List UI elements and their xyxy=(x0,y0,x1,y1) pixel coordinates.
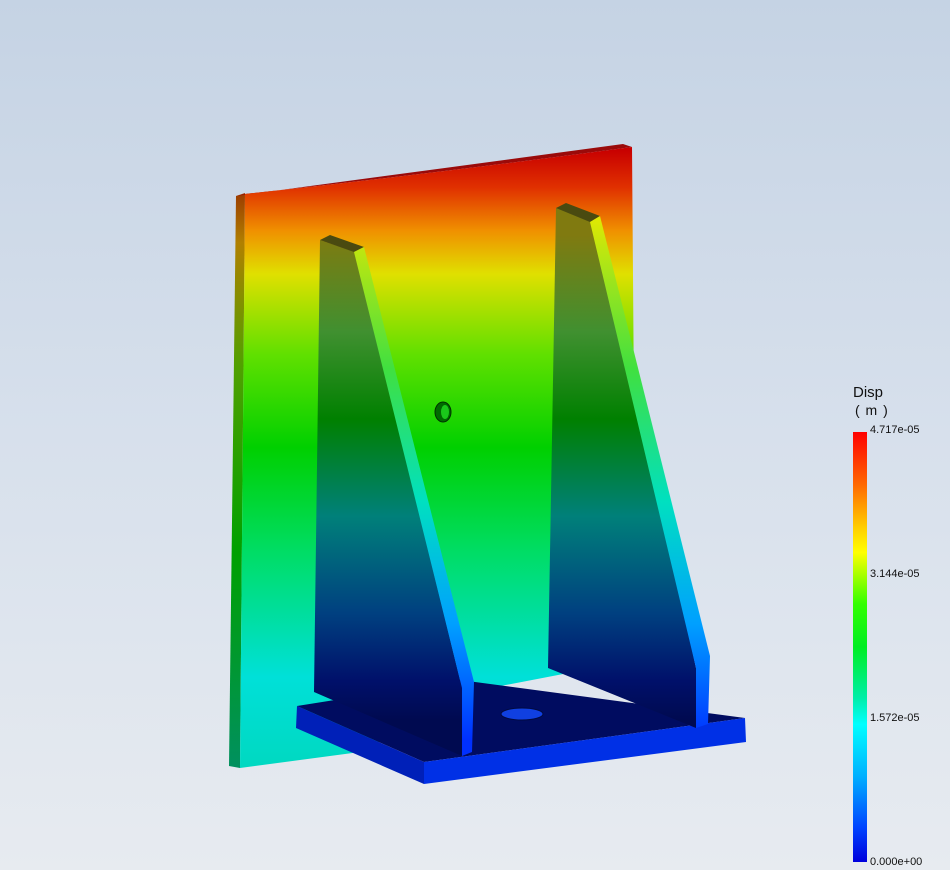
3d-viewport[interactable]: Disp ( m ) 4.717e-05 3.144e-05 1.572e-05… xyxy=(0,0,950,870)
legend-tick-label: 1.572e-05 xyxy=(870,712,920,724)
legend-max-label: 4.717e-05 xyxy=(870,424,920,436)
legend-unit: ( m ) xyxy=(855,402,889,418)
displacement-contour-model xyxy=(229,144,746,784)
legend-tick-label: 3.144e-05 xyxy=(870,568,920,580)
color-scale-bar xyxy=(853,432,867,862)
legend-min-label: 0.000e+00 xyxy=(870,856,923,868)
legend-title: Disp xyxy=(853,384,884,401)
base-hole xyxy=(500,707,544,721)
